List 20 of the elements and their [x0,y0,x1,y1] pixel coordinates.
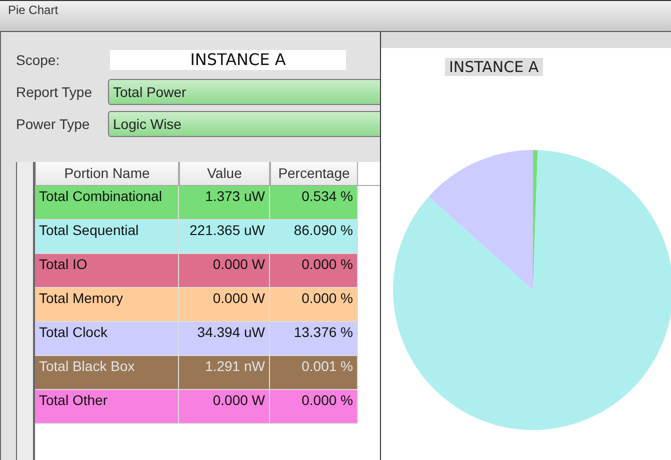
table-cell: 0.000 % [270,390,358,424]
chart-title: INSTANCE A [445,58,543,76]
power-type-dropdown[interactable]: Logic Wise [108,111,380,137]
window-title: Pie Chart [8,3,58,17]
table-cell: Total Other [35,390,179,424]
scope-label: Scope: [16,52,61,68]
table-row[interactable]: Total Sequential 221.365 uW 86.090 % [35,220,358,254]
table-row[interactable]: Total Other 0.000 W 0.000 % [35,390,358,424]
table-cell: 0.000 W [179,390,270,424]
column-header[interactable]: Portion Name [35,162,179,186]
column-header[interactable]: Percentage [270,162,358,186]
column-header[interactable]: Value [179,162,270,186]
power-type-label: Power Type [16,116,91,132]
table-row[interactable]: Total Combinational 1.373 uW 0.534 % [35,186,358,220]
table-row[interactable]: Total IO 0.000 W 0.000 % [35,254,358,288]
scope-value: INSTANCE A [110,50,346,70]
table-row[interactable]: Total Clock 34.394 uW 13.376 % [35,322,358,356]
report-type-label: Report Type [16,84,94,100]
report-type-dropdown[interactable]: Total Power [108,79,380,105]
table-row[interactable]: Total Memory 0.000 W 0.000 % [35,288,358,322]
